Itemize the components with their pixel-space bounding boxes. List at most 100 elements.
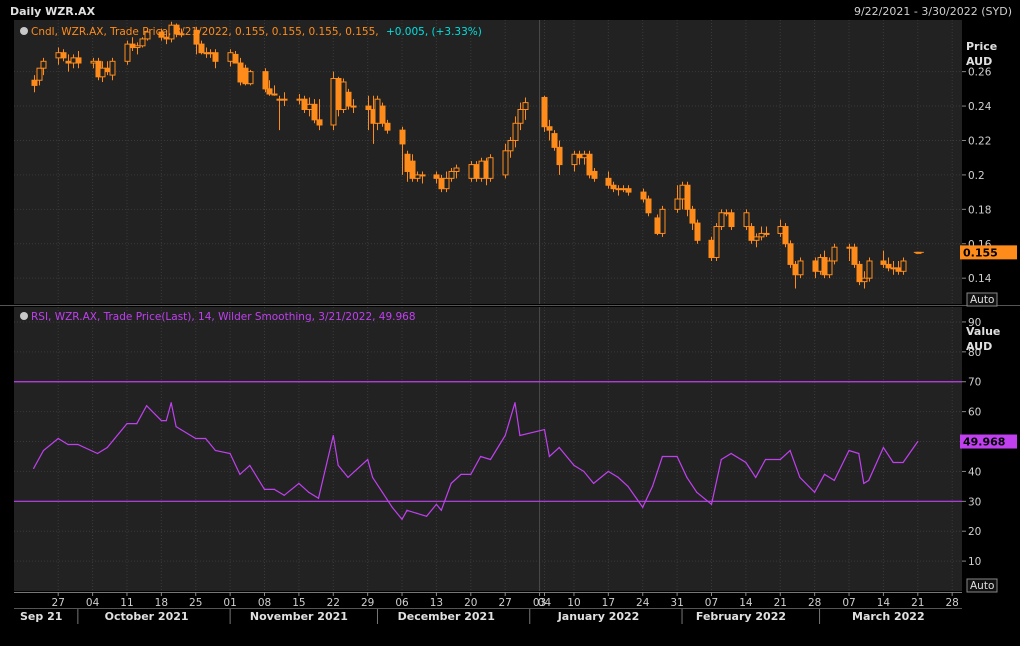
candle <box>713 223 720 261</box>
rsi-point <box>651 485 654 487</box>
candle-body-up <box>866 260 873 279</box>
rsi-tick-label: 70 <box>968 377 981 389</box>
candle-body-up <box>487 157 494 179</box>
rsi-point <box>204 437 207 440</box>
candle-body-up <box>861 277 868 283</box>
rsi-tick-label: 30 <box>968 496 981 508</box>
candle-body-up <box>826 260 833 276</box>
candle-body-up <box>713 226 720 259</box>
candle-body-down <box>591 170 598 179</box>
x-axis-corner <box>963 592 1020 642</box>
rsi-last-value: 49.968 <box>963 436 1005 449</box>
candle <box>782 223 789 248</box>
x-month-label: Sep 21 <box>20 610 62 623</box>
rsi-point <box>833 479 835 481</box>
x-day-label: 04 <box>538 597 552 609</box>
price-legend-icon[interactable] <box>20 27 28 35</box>
candle-body-up <box>890 267 897 270</box>
candle-body-up <box>109 60 116 76</box>
candle-body-up <box>763 232 770 235</box>
rsi-point <box>96 452 99 455</box>
candle <box>748 223 755 244</box>
candle-body-up <box>718 212 725 228</box>
rsi-point <box>720 458 722 461</box>
candle-body-up <box>571 153 578 166</box>
rsi-point <box>548 455 550 458</box>
rsi-point <box>543 428 546 431</box>
candle-body-up <box>350 105 357 108</box>
rsi-point <box>249 464 251 467</box>
rsi-legend-icon[interactable] <box>20 312 28 320</box>
rsi-point <box>799 476 801 478</box>
price-axis-unit: AUD <box>966 55 992 68</box>
candle <box>551 130 558 151</box>
candle-body-down <box>212 52 219 62</box>
rsi-point <box>165 420 167 422</box>
rsi-point <box>33 467 35 470</box>
candle-body-down <box>232 53 239 64</box>
rsi-tick-label: 20 <box>968 526 981 538</box>
candle-body-up <box>478 160 485 179</box>
price-last-value: 0.155 <box>963 246 998 259</box>
candle-body-down <box>379 105 386 124</box>
candle-body-down <box>782 226 789 245</box>
candle-body-down <box>335 78 342 111</box>
rsi-point <box>902 461 904 464</box>
rsi-tick-label: 60 <box>968 407 981 419</box>
candle-body-up <box>276 98 283 101</box>
price-tick-label: 0.26 <box>968 67 992 79</box>
x-day-label: 14 <box>739 597 753 609</box>
rsi-point <box>77 443 79 446</box>
candle-body-up <box>70 57 77 64</box>
rsi-point <box>214 449 216 452</box>
x-day-label: 27 <box>52 597 65 609</box>
candle-body-down <box>546 126 553 131</box>
price-tick-label: 0.14 <box>968 273 992 285</box>
rsi-point <box>332 434 334 437</box>
rsi-point <box>917 440 919 443</box>
candle-body-up <box>517 109 524 124</box>
candle-body-up <box>296 98 303 101</box>
candle-body-down <box>792 263 799 276</box>
candle-body-up <box>139 38 146 47</box>
rsi-point <box>882 446 885 449</box>
candle <box>487 154 494 182</box>
candle <box>124 40 131 65</box>
rsi-point <box>814 491 816 493</box>
rsi-point <box>195 437 197 440</box>
rsi-point <box>435 503 438 505</box>
x-month-label: October 2021 <box>105 610 189 623</box>
candle <box>797 257 804 279</box>
candle-body-up <box>512 122 519 141</box>
rsi-point <box>617 476 619 478</box>
candle <box>247 69 254 86</box>
x-day-label: 18 <box>155 597 168 609</box>
chart-window: Daily WZR.AX 9/22/2021 - 3/30/2022 (SYD)… <box>0 0 1020 642</box>
price-tick-label: 0.18 <box>968 204 991 216</box>
rsi-point <box>401 518 403 520</box>
rsi-axis-unit: AUD <box>966 340 992 353</box>
price-auto-button[interactable]: Auto <box>966 292 998 307</box>
rsi-point <box>160 420 162 422</box>
rsi-point <box>229 452 231 455</box>
candle-body-up <box>340 81 347 111</box>
candle-body-down <box>689 208 696 224</box>
rsi-point <box>661 455 663 458</box>
candle-body-up <box>581 153 588 159</box>
candle-body-up <box>674 198 681 210</box>
rsi-auto-button[interactable]: Auto <box>966 578 998 593</box>
candle-body-up <box>330 78 337 126</box>
candle <box>856 260 863 286</box>
x-day-label: 10 <box>567 597 580 609</box>
candle-body-down <box>31 79 38 86</box>
rsi-point <box>381 491 383 493</box>
x-day-label: 24 <box>636 597 650 609</box>
candle <box>654 214 661 236</box>
candle-body-down <box>404 153 411 172</box>
rsi-point <box>696 491 698 493</box>
rsi-point <box>730 452 732 455</box>
rsi-point <box>126 422 128 425</box>
candle-body-down <box>895 267 902 272</box>
candle-body-down <box>694 222 701 241</box>
rsi-point <box>426 515 428 517</box>
